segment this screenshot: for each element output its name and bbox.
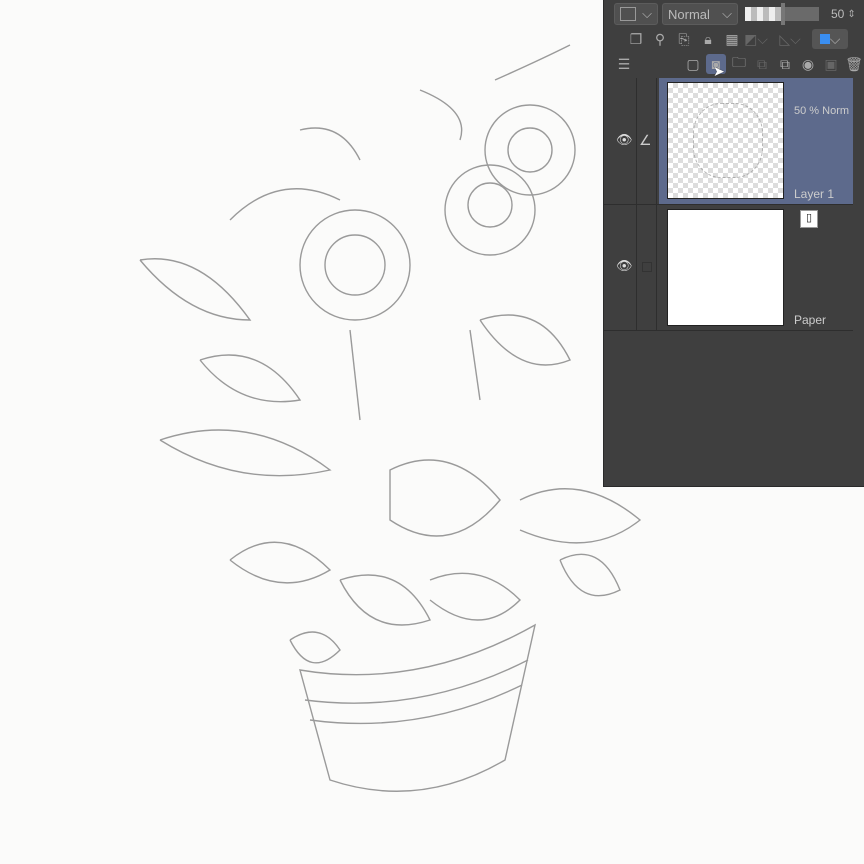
layer-panel: ⌵ Normal ⌵ 50 ⇕ ❐ ⚲ ⎘ 🔒︎ ▦ ◩⌵ ◺⌵ ⌵ ☰ ▢ ◙… <box>603 0 864 487</box>
layer-list-icon[interactable]: ☰ <box>614 54 634 74</box>
blend-mode-dropdown[interactable]: Normal ⌵ <box>662 3 738 25</box>
clip-to-layer-icon[interactable]: ⎘ <box>674 29 694 49</box>
ruler-icon[interactable]: ◺⌵ <box>779 29 800 49</box>
reference-layer-icon[interactable]: ❐ <box>626 29 646 49</box>
lock-transparency-icon[interactable]: ▦ <box>722 29 742 49</box>
layer-name: Paper <box>794 313 827 327</box>
opacity-slider[interactable] <box>745 3 819 25</box>
layer-row-layer-1[interactable]: 👁︎ ∠ 50 % Norm Layer 1 <box>604 78 853 205</box>
layer-color-icon[interactable]: ⌵ <box>812 29 848 49</box>
stepper-icon[interactable]: ⇕ <box>847 9 855 20</box>
combine-icon[interactable]: ⧉ <box>775 54 795 74</box>
blend-color-select[interactable]: ⌵ <box>614 3 658 25</box>
pencil-icon: ∠ <box>639 132 652 148</box>
opacity-value: 50 <box>831 7 845 21</box>
eye-icon[interactable]: 👁︎ <box>616 132 633 148</box>
opacity-fill <box>745 7 782 21</box>
new-raster-layer-icon[interactable]: ▢ <box>683 54 703 74</box>
layer-row-paper[interactable]: 👁︎ ▯ Paper <box>604 205 853 331</box>
opacity-handle[interactable] <box>781 3 785 25</box>
transfer-down-icon[interactable]: ⧉ <box>752 54 772 74</box>
paper-icon: ▯ <box>800 210 818 228</box>
edit-indicator <box>642 262 652 272</box>
delete-icon[interactable]: 🗑︎ <box>844 54 864 74</box>
eye-icon[interactable]: 👁︎ <box>616 258 633 274</box>
mask-apply-icon[interactable]: ▣ <box>821 54 841 74</box>
lock-icon[interactable]: 🔒︎ <box>698 29 718 49</box>
blend-mode-value: Normal <box>668 6 710 22</box>
layer-mask-icon[interactable]: ◉ <box>798 54 818 74</box>
layer-name: Layer 1 <box>794 187 835 201</box>
chevron-down-icon: ⌵ <box>642 6 652 21</box>
layer-thumbnail <box>667 82 784 199</box>
layer-info: 50 % Norm <box>794 105 850 117</box>
layer-thumbnail <box>667 209 784 326</box>
draft-layer-icon[interactable]: ⚲ <box>650 29 670 49</box>
mouse-cursor-icon: ➤ <box>713 63 725 79</box>
square-icon <box>620 7 636 21</box>
new-folder-icon[interactable]: 🗀︎ <box>729 54 749 74</box>
chevron-down-icon: ⌵ <box>722 6 732 21</box>
mask-icon[interactable]: ◩⌵ <box>744 29 768 49</box>
flower-pot-sketch <box>139 44 642 792</box>
